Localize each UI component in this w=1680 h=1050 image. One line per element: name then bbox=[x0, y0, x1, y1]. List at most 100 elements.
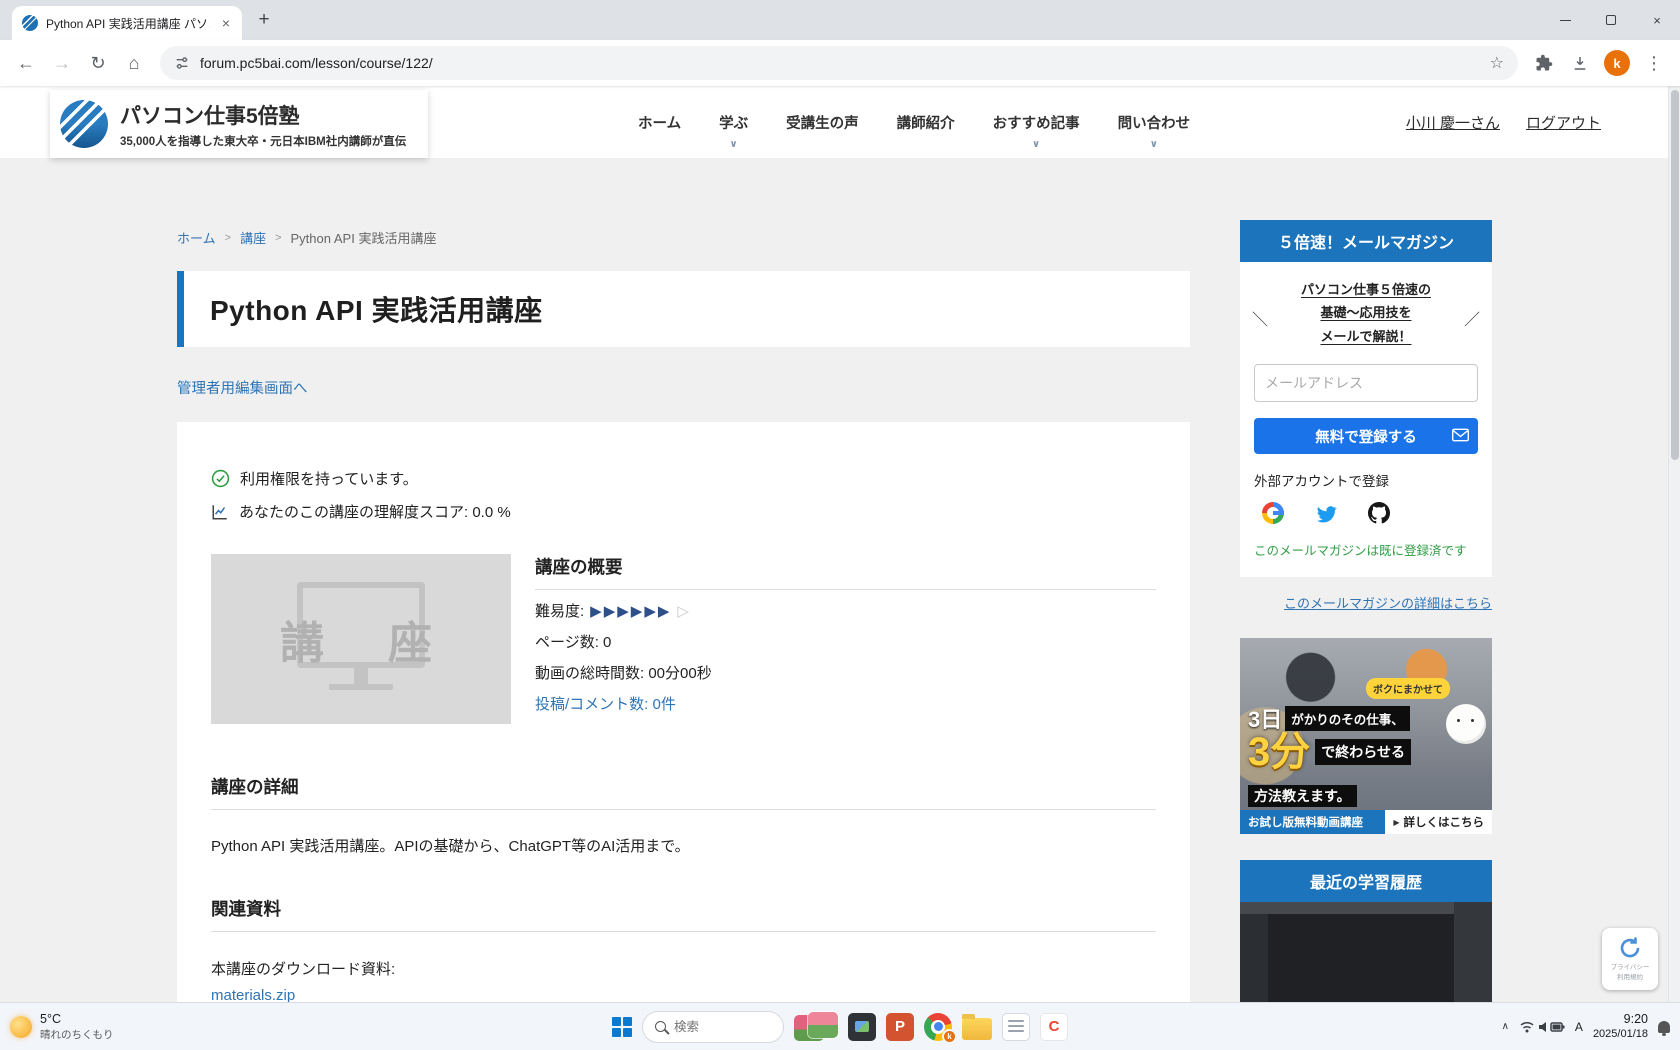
materials-section: 関連資料 本講座のダウンロード資料: materials.zip bbox=[211, 896, 1156, 1005]
course-card: 利用権限を持っています。 あなたのこの講座の理解度スコア: 0.0 % 講 座 … bbox=[177, 422, 1190, 1050]
recaptcha-privacy-text: プライバシー 利用規約 bbox=[1611, 963, 1650, 983]
ad-cta-bar: お試し版無料動画講座 ▶ 詳しくはこちら bbox=[1240, 810, 1492, 834]
newsletter-card: ５倍速！メールマガジン ＼ パソコン仕事５倍速の 基礎〜応用技を メールで解説！… bbox=[1240, 220, 1492, 577]
comments-count-link[interactable]: 投稿/コメント数: 0件 bbox=[535, 693, 1156, 714]
extensions-icon[interactable] bbox=[1528, 47, 1560, 79]
nav-label: ホーム bbox=[638, 112, 681, 133]
nav-item-home[interactable]: ホーム bbox=[638, 86, 681, 158]
breadcrumb-home-link[interactable]: ホーム bbox=[177, 228, 216, 247]
profile-avatar[interactable]: k bbox=[1604, 50, 1630, 76]
recaptcha-badge[interactable]: プライバシー 利用規約 bbox=[1602, 928, 1658, 990]
ad-cta-link[interactable]: ▶ 詳しくはこちら bbox=[1385, 810, 1492, 834]
github-icon[interactable] bbox=[1368, 502, 1390, 524]
difficulty-filled-arrows: ▶▶▶▶▶▶ bbox=[590, 602, 671, 620]
course-media-row: 講 座 講座の概要 難易度: ▶▶▶▶▶▶ ▷ ページ数: 0 動画の総時間数:… bbox=[211, 554, 1156, 724]
bookmark-star-icon[interactable]: ☆ bbox=[1480, 53, 1514, 73]
window-minimize-button[interactable] bbox=[1542, 0, 1588, 40]
window-close-button[interactable]: × bbox=[1634, 0, 1680, 40]
newsletter-details-link[interactable]: このメールマガジンの詳細はこちら bbox=[1240, 593, 1492, 612]
tray-status-icons[interactable] bbox=[1519, 1019, 1565, 1035]
site-favicon bbox=[22, 15, 38, 31]
tray-chevron-icon[interactable]: ∧ bbox=[1502, 1021, 1509, 1032]
nav-label: 問い合わせ bbox=[1118, 112, 1191, 133]
nav-item-contact[interactable]: 問い合わせ∨ bbox=[1118, 86, 1191, 158]
check-circle-icon bbox=[211, 469, 230, 488]
scrollbar-thumb[interactable] bbox=[1671, 90, 1679, 460]
photos-app-icon[interactable] bbox=[848, 1013, 876, 1041]
nav-item-voices[interactable]: 受講生の声 bbox=[786, 86, 859, 158]
weather-widget[interactable]: 5°C 晴れのちくもり bbox=[10, 1003, 114, 1050]
history-title: 最近の学習履歴 bbox=[1240, 860, 1492, 902]
page-title: Python API 実践活用講座 bbox=[210, 289, 1164, 329]
details-section: 講座の詳細 Python API 実践活用講座。APIの基礎から、ChatGPT… bbox=[211, 774, 1156, 860]
promo-line: メールで解説！ bbox=[1268, 325, 1464, 348]
ime-indicator[interactable]: A bbox=[1575, 1020, 1583, 1034]
search-icon bbox=[655, 1021, 666, 1032]
taskbar-center: P k C bbox=[612, 1003, 1068, 1050]
browser-menu-icon[interactable]: ⋮ bbox=[1638, 47, 1670, 79]
user-name-link[interactable]: 小川 慶一さん bbox=[1406, 112, 1500, 133]
window-controls: × bbox=[1542, 0, 1680, 40]
newsletter-body: ＼ パソコン仕事５倍速の 基礎〜応用技を メールで解説！ ／ 無料で登録する 外… bbox=[1240, 262, 1492, 577]
nav-item-instructors[interactable]: 講師紹介 bbox=[897, 86, 955, 158]
taskbar-search[interactable] bbox=[642, 1011, 784, 1043]
admin-edit-link[interactable]: 管理者用編集画面へ bbox=[177, 377, 308, 398]
back-button[interactable]: ← bbox=[10, 47, 42, 79]
score-text: あなたのこの講座の理解度スコア: 0.0 % bbox=[239, 501, 511, 522]
newsletter-title: ５倍速！メールマガジン bbox=[1240, 220, 1492, 262]
course-thumbnail: 講 座 bbox=[211, 554, 511, 724]
start-button[interactable] bbox=[612, 1017, 632, 1037]
taskbar: 5°C 晴れのちくもり P k C ∧ bbox=[0, 1002, 1680, 1050]
breadcrumb: ホーム > 講座 > Python API 実践活用講座 bbox=[177, 228, 1190, 247]
promo-line: 基礎〜応用技を bbox=[1268, 301, 1464, 324]
nav-item-learn[interactable]: 学ぶ ∨ bbox=[719, 86, 748, 158]
overview-heading: 講座の概要 bbox=[535, 554, 1156, 590]
google-icon[interactable] bbox=[1262, 502, 1284, 524]
chrome-icon[interactable]: k bbox=[924, 1013, 952, 1041]
email-input[interactable] bbox=[1254, 364, 1478, 402]
weather-temp: 5°C bbox=[40, 1012, 114, 1026]
materials-download-link[interactable]: materials.zip bbox=[211, 987, 295, 1004]
logout-link[interactable]: ログアウト bbox=[1526, 112, 1601, 133]
nav-label: 学ぶ bbox=[719, 112, 748, 133]
envelope-icon bbox=[1452, 428, 1469, 442]
new-tab-button[interactable]: + bbox=[250, 6, 278, 34]
nav-label: 講師紹介 bbox=[897, 112, 955, 133]
notification-bell-icon[interactable] bbox=[1658, 1021, 1670, 1033]
search-input[interactable] bbox=[674, 1020, 766, 1034]
notepad-icon[interactable] bbox=[1002, 1013, 1030, 1041]
difficulty-empty-arrow: ▷ bbox=[677, 602, 691, 620]
ad-cta-label: 詳しくはこちら bbox=[1404, 814, 1485, 830]
window-maximize-button[interactable] bbox=[1588, 0, 1634, 40]
main-nav: ホーム 学ぶ ∨ 受講生の声 講師紹介 おすすめ記事∨ 問い合わせ∨ bbox=[638, 86, 1190, 158]
chart-icon bbox=[211, 503, 229, 521]
newsletter-submit-button[interactable]: 無料で登録する bbox=[1254, 418, 1478, 454]
ad-speech-bubble: ボクにまかせて bbox=[1366, 678, 1450, 699]
forward-button[interactable]: → bbox=[46, 47, 78, 79]
widgets-icon[interactable] bbox=[794, 1012, 838, 1042]
site-info-icon[interactable] bbox=[174, 55, 190, 71]
ad-banner[interactable]: 3日 がかりのその仕事、 ボクにまかせて 3分 で終わらせる 方法教えます。 お… bbox=[1240, 638, 1492, 834]
promo-deco-right: ／ bbox=[1464, 306, 1480, 330]
twitter-icon[interactable] bbox=[1314, 502, 1338, 524]
site-logo[interactable]: パソコン仕事5倍塾 35,000人を指導した東大卒・元日本IBM社内講師が直伝 bbox=[50, 90, 428, 158]
browser-tab[interactable]: Python API 実践活用講座 パソコ × bbox=[12, 6, 242, 40]
taskbar-clock[interactable]: 9:20 2025/01/18 bbox=[1593, 1011, 1648, 1042]
downloads-icon[interactable] bbox=[1564, 47, 1596, 79]
sidebar: ５倍速！メールマガジン ＼ パソコン仕事５倍速の 基礎〜応用技を メールで解説！… bbox=[1240, 220, 1492, 1042]
home-button[interactable]: ⌂ bbox=[118, 47, 150, 79]
clipchamp-icon[interactable]: C bbox=[1040, 1013, 1068, 1041]
address-bar[interactable]: forum.pc5bai.com/lesson/course/122/ ☆ bbox=[160, 46, 1518, 80]
nav-item-articles[interactable]: おすすめ記事∨ bbox=[993, 86, 1080, 158]
powerpoint-icon[interactable]: P bbox=[886, 1013, 914, 1041]
page-scrollbar[interactable] bbox=[1668, 86, 1680, 1002]
minimize-icon bbox=[1560, 20, 1571, 21]
site-subtitle: 35,000人を指導した東大卒・元日本IBM社内講師が直伝 bbox=[120, 133, 406, 149]
breadcrumb-courses-link[interactable]: 講座 bbox=[240, 228, 266, 247]
tab-close-icon[interactable]: × bbox=[218, 15, 234, 31]
site-logo-icon bbox=[60, 100, 108, 148]
reload-button[interactable]: ↻ bbox=[82, 47, 114, 79]
url-text[interactable]: forum.pc5bai.com/lesson/course/122/ bbox=[200, 55, 1470, 71]
file-explorer-icon[interactable] bbox=[962, 1018, 992, 1040]
chevron-down-icon: ∨ bbox=[730, 139, 738, 150]
